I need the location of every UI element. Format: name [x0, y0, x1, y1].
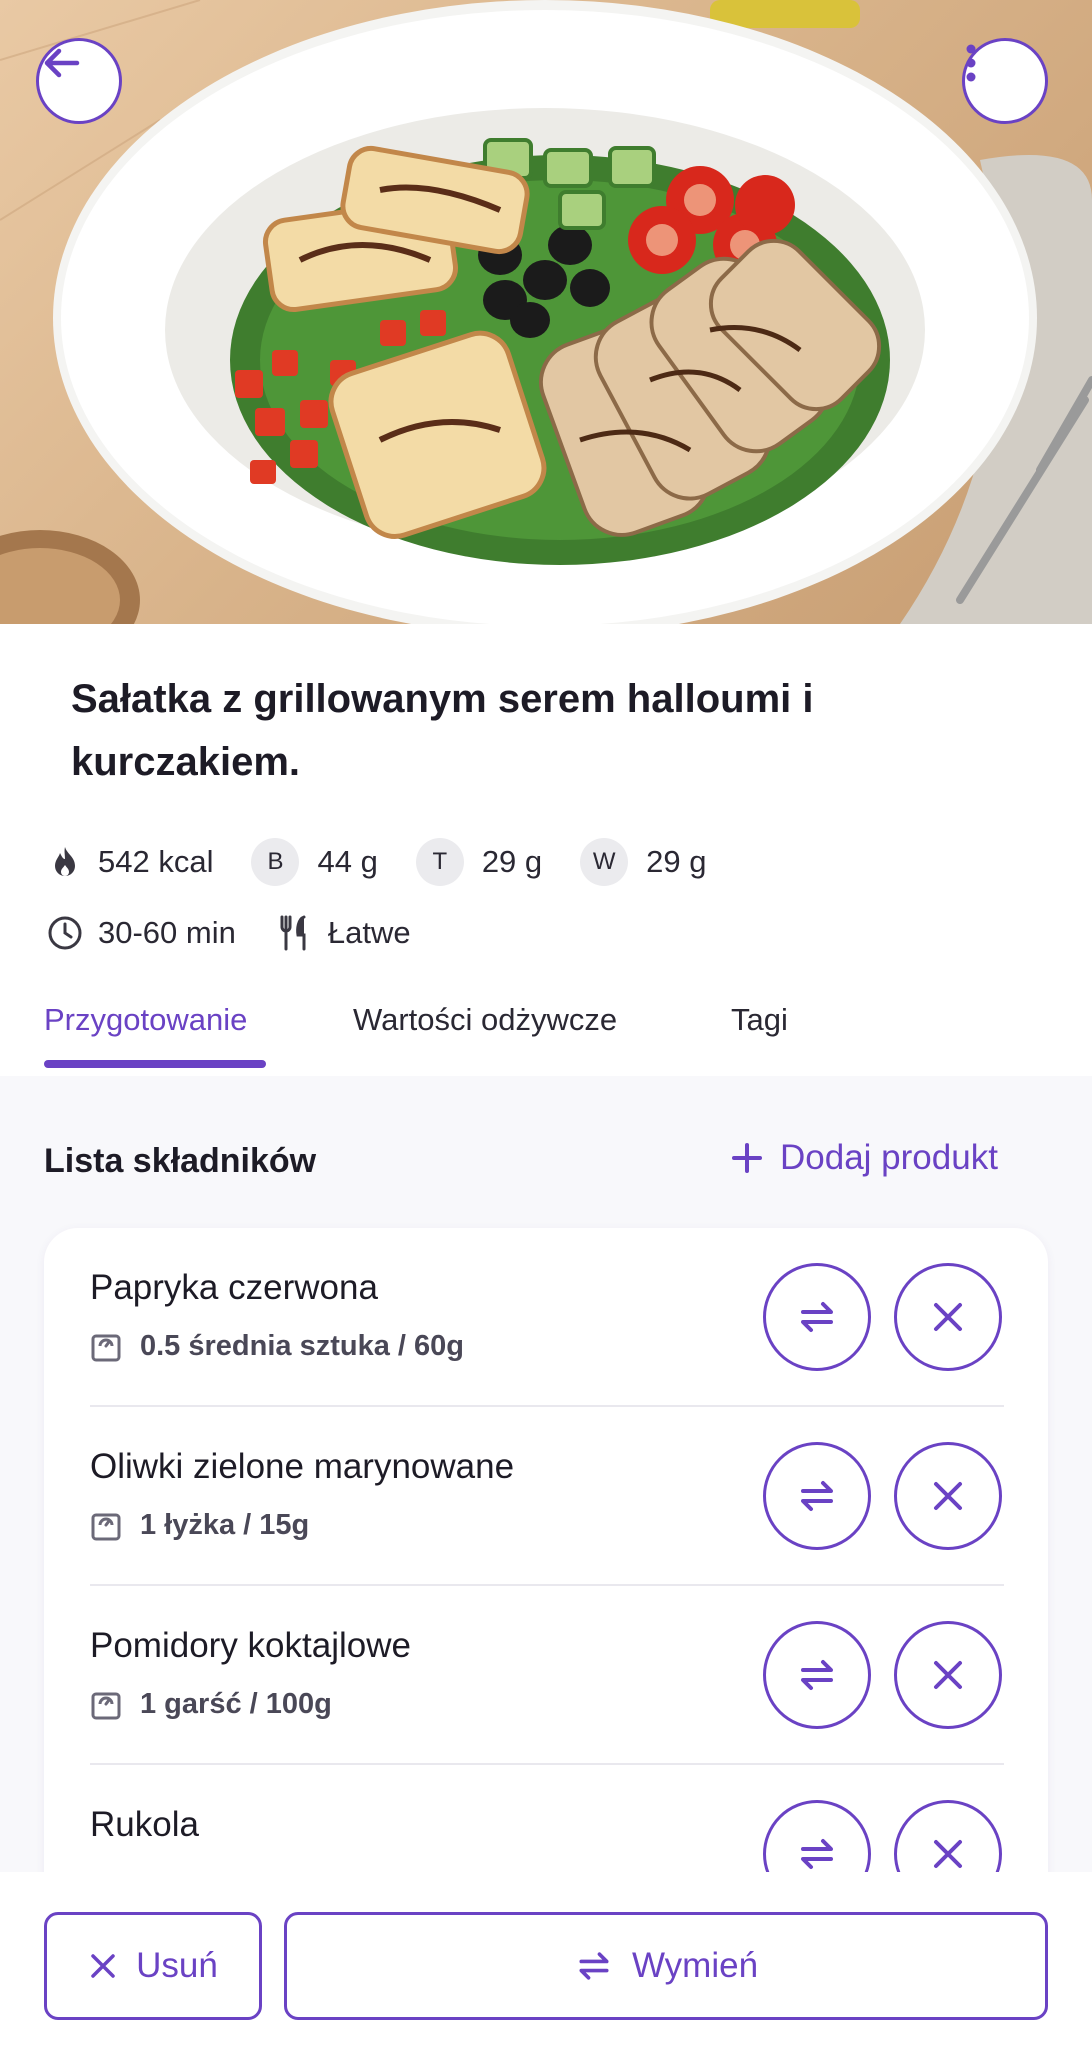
ingredient-name: Oliwki zielone marynowane — [90, 1447, 515, 1486]
swap-ingredient-button[interactable] — [763, 1442, 871, 1550]
difficulty: Łatwe — [274, 912, 411, 954]
close-icon — [934, 1482, 962, 1510]
recipe-details: 30-60 min Łatwe — [44, 912, 449, 954]
carbs-badge: W — [580, 838, 629, 886]
swap-icon — [801, 1302, 833, 1332]
calories-value: 542 kcal — [98, 844, 214, 879]
scale-icon — [90, 1510, 122, 1542]
ingredient-row: Pomidory koktajlowe 1 garść / 100g — [90, 1586, 1004, 1765]
swap-icon — [574, 1946, 614, 1986]
calories: 542 kcal — [44, 841, 213, 883]
remove-ingredient-button[interactable] — [894, 1621, 1002, 1729]
plus-icon — [730, 1141, 764, 1175]
replace-button[interactable]: Wymień — [284, 1912, 1048, 2020]
tab-tags[interactable]: Tagi — [731, 1002, 788, 1038]
delete-label: Usuń — [136, 1946, 218, 1985]
add-product-label: Dodaj produkt — [780, 1138, 998, 1177]
ingredient-row: Oliwki zielone marynowane 1 łyżka / 15g — [90, 1407, 1004, 1586]
swap-icon — [801, 1660, 833, 1690]
ingredient-row: Papryka czerwona 0.5 średnia sztuka / 60… — [90, 1228, 1004, 1407]
carbs: W 29 g — [580, 838, 707, 886]
ingredient-name: Papryka czerwona — [90, 1268, 378, 1307]
ingredient-name: Pomidory koktajlowe — [90, 1626, 411, 1665]
add-product-button[interactable]: Dodaj produkt — [730, 1138, 998, 1178]
recipe-title: Sałatka z grillowanym serem halloumi i k… — [71, 677, 814, 784]
salad-photo — [0, 0, 1092, 624]
swap-icon — [801, 1839, 833, 1869]
replace-label: Wymień — [631, 1946, 759, 1985]
more-vertical-icon — [966, 44, 976, 82]
close-icon — [934, 1840, 962, 1868]
fat: T 29 g — [415, 838, 543, 886]
prep-time: 30-60 min — [44, 912, 236, 954]
fat-badge: T — [415, 838, 464, 886]
protein-badge: B — [251, 838, 300, 886]
close-icon — [88, 1951, 118, 1981]
active-tab-indicator — [44, 1060, 266, 1068]
arrow-left-icon — [44, 48, 80, 78]
tab-nutrition[interactable]: Wartości odżywcze — [353, 1002, 617, 1038]
tab-preparation[interactable]: Przygotowanie — [44, 1002, 247, 1038]
swap-ingredient-button[interactable] — [763, 1621, 871, 1729]
prep-time-value: 30-60 min — [98, 915, 236, 950]
ingredient-amount-text: 1 garść / 100g — [140, 1688, 332, 1720]
carbs-value: 29 g — [646, 844, 707, 879]
clock-icon — [44, 912, 86, 954]
ingredient-amount-text: 1 łyżka / 15g — [140, 1509, 310, 1541]
swap-icon — [801, 1481, 833, 1511]
delete-button[interactable]: Usuń — [44, 1912, 262, 2020]
recipe-photo — [0, 0, 1092, 624]
scale-icon — [90, 1689, 122, 1721]
cutlery-icon — [274, 912, 316, 954]
protein-value: 44 g — [317, 844, 378, 879]
ingredient-amount: 1 łyżka / 15g — [90, 1509, 309, 1542]
remove-ingredient-button[interactable] — [894, 1263, 1002, 1371]
fat-value: 29 g — [481, 844, 543, 879]
nutrition-summary: 542 kcal B 44 g T 29 g W 29 g — [44, 838, 745, 886]
ingredient-amount-text: 0.5 średnia sztuka / 60g — [140, 1330, 464, 1362]
ingredient-amount: 0.5 średnia sztuka / 60g — [90, 1330, 464, 1363]
back-button[interactable] — [36, 38, 122, 124]
ingredients-title: Lista składników — [44, 1142, 317, 1180]
more-options-button[interactable] — [962, 38, 1048, 124]
flame-icon — [44, 841, 86, 883]
scale-icon — [90, 1331, 122, 1363]
close-icon — [934, 1661, 962, 1689]
remove-ingredient-button[interactable] — [894, 1442, 1002, 1550]
difficulty-value: Łatwe — [327, 915, 411, 950]
protein: B 44 g — [251, 838, 378, 886]
ingredient-name: Rukola — [90, 1805, 199, 1844]
close-icon — [934, 1303, 962, 1331]
ingredient-amount: 1 garść / 100g — [90, 1688, 332, 1721]
swap-ingredient-button[interactable] — [763, 1263, 871, 1371]
